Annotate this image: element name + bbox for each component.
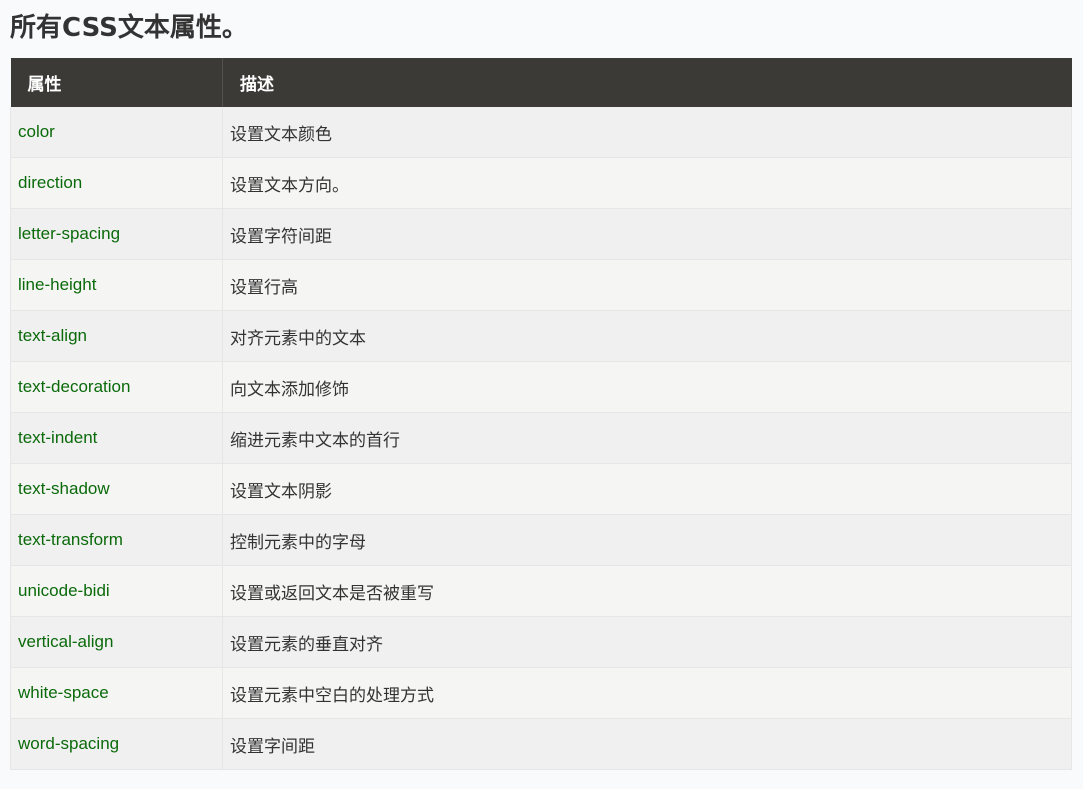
property-description: 设置或返回文本是否被重写 (222, 565, 1072, 617)
table-row: white-space 设置元素中空白的处理方式 (10, 667, 1072, 719)
property-link[interactable]: text-indent (10, 412, 223, 464)
property-description: 控制元素中的字母 (222, 514, 1072, 566)
property-link[interactable]: white-space (10, 667, 223, 719)
table-row: color 设置文本颜色 (10, 107, 1072, 158)
property-description: 设置元素中空白的处理方式 (222, 667, 1072, 719)
property-link[interactable]: line-height (10, 259, 223, 311)
property-link[interactable]: text-align (10, 310, 223, 362)
table-row: text-shadow 设置文本阴影 (10, 463, 1072, 515)
property-description: 向文本添加修饰 (222, 361, 1072, 413)
property-description: 设置字符间距 (222, 208, 1072, 260)
page-content: 所有CSS文本属性。 属性 描述 color 设置文本颜色 direction … (10, 0, 1072, 770)
table-row: text-decoration 向文本添加修饰 (10, 361, 1072, 413)
css-text-properties-table: 属性 描述 color 设置文本颜色 direction 设置文本方向。 let… (10, 58, 1072, 770)
table-row: unicode-bidi 设置或返回文本是否被重写 (10, 565, 1072, 617)
property-description: 设置字间距 (222, 718, 1072, 770)
property-description: 缩进元素中文本的首行 (222, 412, 1072, 464)
table-row: text-align 对齐元素中的文本 (10, 310, 1072, 362)
property-link[interactable]: direction (10, 157, 223, 209)
property-link[interactable]: word-spacing (10, 718, 223, 770)
property-description: 设置文本颜色 (222, 107, 1072, 158)
table-row: letter-spacing 设置字符间距 (10, 208, 1072, 260)
header-property: 属性 (10, 58, 223, 107)
property-link[interactable]: vertical-align (10, 616, 223, 668)
table-row: text-transform 控制元素中的字母 (10, 514, 1072, 566)
property-link[interactable]: text-transform (10, 514, 223, 566)
property-link[interactable]: letter-spacing (10, 208, 223, 260)
property-description: 设置文本阴影 (222, 463, 1072, 515)
property-description: 设置文本方向。 (222, 157, 1072, 209)
property-description: 设置行高 (222, 259, 1072, 311)
property-description: 设置元素的垂直对齐 (222, 616, 1072, 668)
property-link[interactable]: text-decoration (10, 361, 223, 413)
page-title: 所有CSS文本属性。 (10, 13, 248, 43)
property-description: 对齐元素中的文本 (222, 310, 1072, 362)
header-description: 描述 (222, 58, 1072, 107)
table-row: line-height 设置行高 (10, 259, 1072, 311)
table-row: text-indent 缩进元素中文本的首行 (10, 412, 1072, 464)
table-row: word-spacing 设置字间距 (10, 718, 1072, 770)
table-row: vertical-align 设置元素的垂直对齐 (10, 616, 1072, 668)
table-row: direction 设置文本方向。 (10, 157, 1072, 209)
property-link[interactable]: unicode-bidi (10, 565, 223, 617)
property-link[interactable]: text-shadow (10, 463, 223, 515)
table-header-row: 属性 描述 (10, 58, 1072, 107)
property-link[interactable]: color (10, 107, 223, 158)
